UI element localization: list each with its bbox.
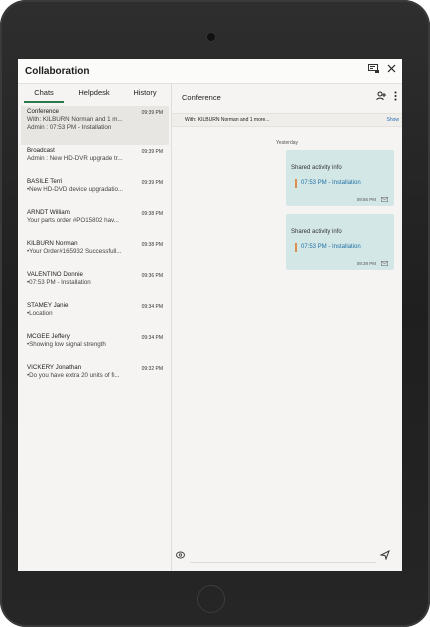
participants-bar: With: KILBURN Norman and 1 more... Show <box>172 113 402 127</box>
message-bubble: Shared activity info 07:53 PM - Installa… <box>286 150 394 206</box>
message-time: 09:56 PM <box>356 197 376 202</box>
conversation-time: 09:39 PM <box>141 180 163 186</box>
message-input[interactable] <box>190 549 376 563</box>
conversation-name: VICKERY Jonathan <box>27 364 82 371</box>
conversation-title: Conference <box>182 93 221 102</box>
close-icon[interactable] <box>387 64 396 73</box>
tab-bar: Chats Helpdesk History <box>18 84 172 104</box>
message-title: Shared activity info <box>291 165 342 171</box>
app-window: Collaboration Chats Helpdesk History Con… <box>18 59 402 571</box>
conversation-name: VALENTINO Donnie <box>27 271 83 278</box>
conversation-name: BASILE Terri <box>27 178 63 185</box>
list-item[interactable]: VICKERY Jonathan •Do you have extra 20 u… <box>21 362 169 393</box>
tab-history[interactable]: History <box>127 87 163 103</box>
tablet-frame: Collaboration Chats Helpdesk History Con… <box>0 0 430 627</box>
conversation-view: Conference With: KILBURN Norman and 1 mo… <box>172 84 402 571</box>
conversation-preview: Admin : 07:53 PM - Installation <box>27 124 112 131</box>
envelope-icon <box>381 261 388 266</box>
conversation-preview: •07:53 PM - Installation <box>27 279 91 286</box>
conversation-name: STAMEY Janie <box>27 302 69 309</box>
conversation-time: 09:39 PM <box>141 110 163 116</box>
conversation-preview: Admin : New HD-DVR upgrade tr... <box>27 155 123 162</box>
conversation-time: 09:38 PM <box>141 242 163 248</box>
conversation-preview: •Your Order#165932 Successfull... <box>27 248 122 255</box>
conversation-name: KILBURN Norman <box>27 240 78 247</box>
composer <box>172 545 402 571</box>
home-button[interactable] <box>197 585 225 613</box>
participants-text: With: KILBURN Norman and 1 more... <box>185 117 270 123</box>
conversation-name: ARNDT William <box>27 209 70 216</box>
add-person-icon[interactable] <box>376 91 386 101</box>
conversation-list: Conference With: KILBURN Norman and 1 m.… <box>21 106 169 393</box>
conversation-preview: •Location <box>27 310 53 317</box>
conversation-preview: •Do you have extra 20 units of fi... <box>27 372 120 379</box>
tab-chats[interactable]: Chats <box>24 87 64 103</box>
conversation-time: 09:38 PM <box>141 211 163 217</box>
list-item[interactable]: Broadcast Admin : New HD-DVR upgrade tr.… <box>21 145 169 176</box>
conversations-panel: Chats Helpdesk History Conference With: … <box>18 84 172 571</box>
envelope-icon <box>381 197 388 202</box>
list-item[interactable]: STAMEY Janie •Location 09:34 PM <box>21 300 169 331</box>
send-icon[interactable] <box>380 550 390 560</box>
conversation-preview: With: KILBURN Norman and 1 m... <box>27 116 123 123</box>
message-title: Shared activity info <box>291 229 342 235</box>
more-vertical-icon[interactable] <box>394 91 397 101</box>
conversation-header: Conference <box>172 84 402 110</box>
conversation-time: 09:34 PM <box>141 335 163 341</box>
conversation-name: MCGEE Jeffery <box>27 333 70 340</box>
list-item[interactable]: VALENTINO Donnie •07:53 PM - Installatio… <box>21 269 169 300</box>
message-bubble: Shared activity info 07:53 PM - Installa… <box>286 214 394 270</box>
show-participants-link[interactable]: Show <box>386 117 399 123</box>
list-item[interactable]: MCGEE Jeffery •Showing low signal streng… <box>21 331 169 362</box>
conversation-preview: •Showing low signal strength <box>27 341 106 348</box>
list-item[interactable]: BASILE Terri •New HD-DVD device upgradat… <box>21 176 169 207</box>
screen-share-icon[interactable] <box>368 64 379 73</box>
conversation-preview: Your parts order #PO15802 hav... <box>27 217 119 224</box>
app-title: Collaboration <box>25 65 90 77</box>
attachment-icon[interactable] <box>176 551 185 559</box>
list-item[interactable]: KILBURN Norman •Your Order#165932 Succes… <box>21 238 169 269</box>
activity-link[interactable]: 07:53 PM - Installation <box>295 179 361 188</box>
conversation-time: 09:34 PM <box>141 304 163 310</box>
conversation-preview: •New HD-DVD device upgradatio... <box>27 186 124 193</box>
conversation-name: Broadcast <box>27 147 55 154</box>
conversation-name: Conference <box>27 108 59 115</box>
conversation-time: 09:32 PM <box>141 366 163 372</box>
message-time: 09:39 PM <box>356 261 376 266</box>
front-camera <box>207 33 215 41</box>
list-item[interactable]: ARNDT William Your parts order #PO15802 … <box>21 207 169 238</box>
conversation-time: 09:39 PM <box>141 149 163 155</box>
conversation-time: 09:36 PM <box>141 273 163 279</box>
tab-helpdesk[interactable]: Helpdesk <box>73 87 115 103</box>
day-separator: Yesterday <box>275 140 299 146</box>
list-item[interactable]: Conference With: KILBURN Norman and 1 m.… <box>21 106 169 145</box>
title-bar: Collaboration <box>18 59 402 84</box>
activity-link[interactable]: 07:53 PM - Installation <box>295 243 361 252</box>
